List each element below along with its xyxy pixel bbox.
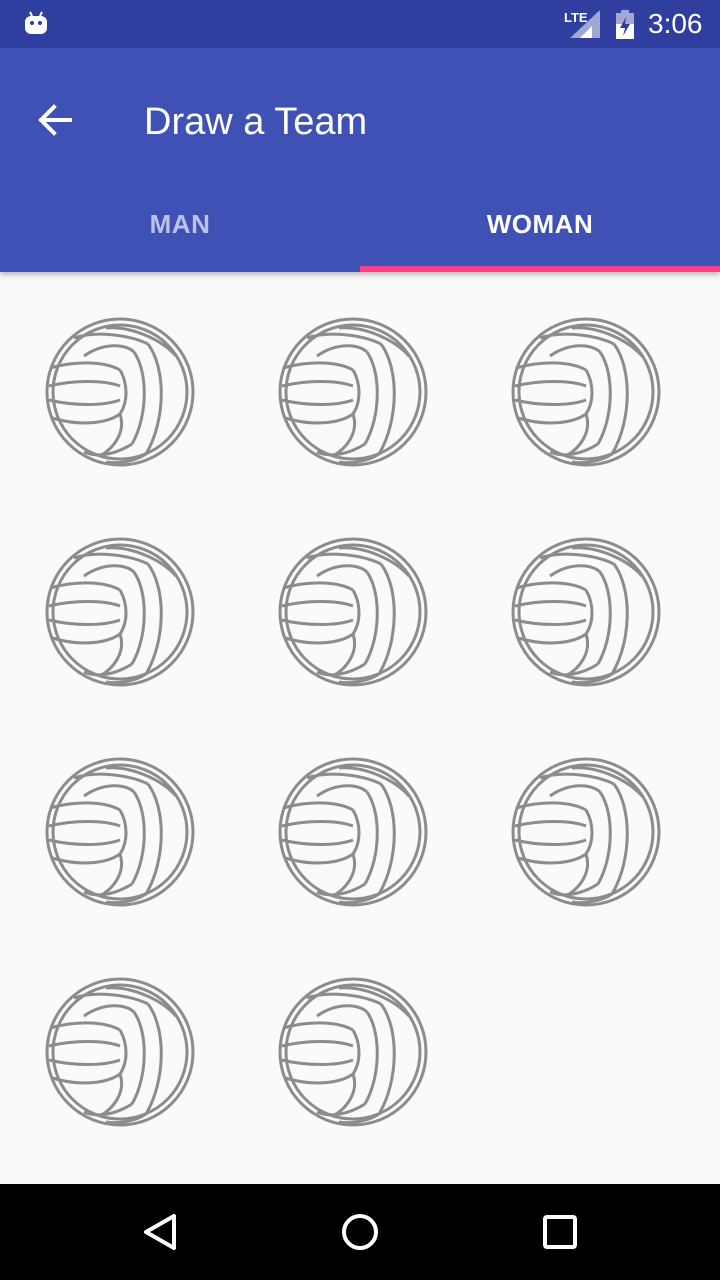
- volleyball-item[interactable]: [277, 316, 429, 468]
- android-debug-icon: [24, 10, 48, 36]
- volleyball-icon: [278, 757, 428, 907]
- system-nav-bar: [0, 1184, 720, 1280]
- nav-back-button[interactable]: [132, 1204, 188, 1260]
- volleyball-icon: [511, 537, 661, 687]
- status-clock: 3:06: [648, 8, 703, 39]
- volleyball-icon: [45, 757, 195, 907]
- volleyball-icon: [511, 757, 661, 907]
- volleyball-item[interactable]: [44, 536, 196, 688]
- app-bar: Draw a Team MAN WOMAN: [0, 48, 720, 272]
- volleyball-item[interactable]: [510, 316, 662, 468]
- volleyball-icon: [45, 317, 195, 467]
- volleyball-item[interactable]: [510, 756, 662, 908]
- nav-recents-button[interactable]: [532, 1204, 588, 1260]
- volleyball-item[interactable]: [44, 756, 196, 908]
- recents-square-icon: [543, 1215, 577, 1249]
- status-bar: LTE 3:06: [0, 0, 720, 48]
- volleyball-icon: [278, 537, 428, 687]
- lte-signal-icon: LTE: [562, 8, 602, 40]
- page-title: Draw a Team: [144, 101, 368, 143]
- volleyball-item[interactable]: [44, 976, 196, 1128]
- arrow-back-icon: [38, 104, 72, 136]
- home-circle-icon: [342, 1214, 378, 1250]
- volleyball-icon: [45, 537, 195, 687]
- volleyball-item[interactable]: [277, 536, 429, 688]
- volleyball-icon: [45, 977, 195, 1127]
- volleyball-icon: [511, 317, 661, 467]
- volleyball-item[interactable]: [277, 976, 429, 1128]
- volleyball-grid: [0, 272, 720, 1184]
- volleyball-item[interactable]: [44, 316, 196, 468]
- battery-charging-icon: [614, 8, 636, 40]
- back-button[interactable]: [24, 88, 88, 152]
- nav-home-button[interactable]: [332, 1204, 388, 1260]
- back-triangle-icon: [144, 1214, 176, 1250]
- volleyball-item[interactable]: [510, 536, 662, 688]
- volleyball-icon: [278, 977, 428, 1127]
- tab-woman[interactable]: WOMAN: [360, 176, 720, 272]
- volleyball-icon: [278, 317, 428, 467]
- lte-label: LTE: [564, 10, 588, 25]
- volleyball-item[interactable]: [277, 756, 429, 908]
- tab-man[interactable]: MAN: [0, 176, 360, 272]
